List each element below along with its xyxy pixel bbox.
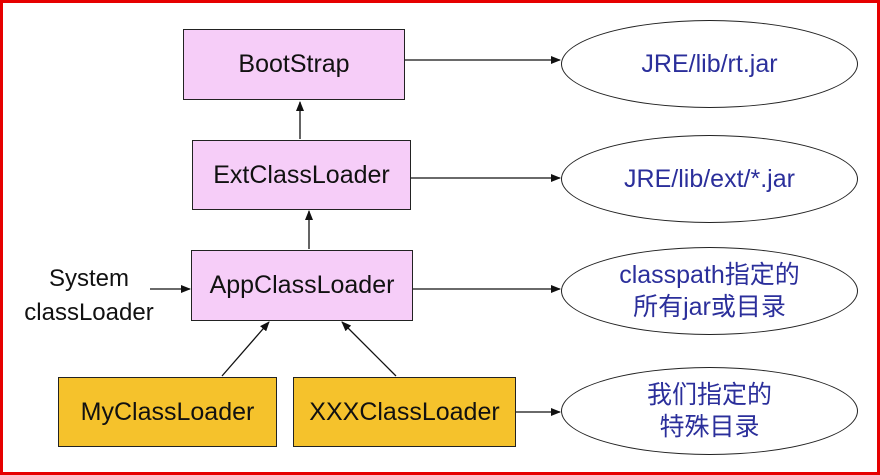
rt-jar-label: JRE/lib/rt.jar xyxy=(641,49,778,78)
classpath-label-line2: 所有jar或目录 xyxy=(633,293,786,321)
classpath-label-line1: classpath指定的 xyxy=(619,260,800,289)
my-classloader-label: MyClassLoader xyxy=(80,397,255,426)
system-classloader-label: System classLoader xyxy=(14,262,164,329)
app-classloader-label: AppClassLoader xyxy=(209,271,395,299)
my-classloader-box: MyClassLoader xyxy=(58,377,277,447)
ext-jar-label: JRE/lib/ext/*.jar xyxy=(624,164,795,193)
ext-classloader-box: ExtClassLoader xyxy=(192,140,411,210)
arrow-xxx-to-app xyxy=(341,321,397,377)
custom-dir-label-line1: 我们指定的 xyxy=(646,380,772,409)
xxx-classloader-label: XXXClassLoader xyxy=(309,397,500,426)
rt-jar-ellipse: JRE/lib/rt.jar xyxy=(561,20,858,108)
app-classloader-box: AppClassLoader xyxy=(191,250,413,321)
bootstrap-loader-box: BootStrap xyxy=(183,29,405,100)
custom-dir-ellipse: 我们指定的 特殊目录 xyxy=(561,367,858,455)
classpath-ellipse: classpath指定的 所有jar或目录 xyxy=(561,247,858,335)
ext-classloader-label: ExtClassLoader xyxy=(213,160,390,189)
arrow-my-to-app xyxy=(221,321,270,377)
system-label-line2: classLoader xyxy=(24,298,154,326)
system-label-line1: System xyxy=(48,265,129,292)
ext-jar-ellipse: JRE/lib/ext/*.jar xyxy=(561,135,858,223)
bootstrap-loader-label: BootStrap xyxy=(238,50,350,78)
custom-dir-label-line2: 特殊目录 xyxy=(659,413,760,441)
xxx-classloader-box: XXXClassLoader xyxy=(293,377,516,447)
